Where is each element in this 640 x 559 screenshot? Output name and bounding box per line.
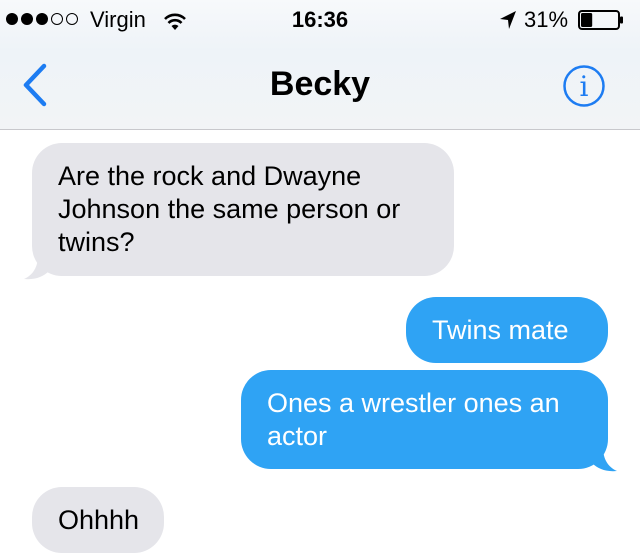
conversation-title[interactable]: Becky [0,65,640,104]
sent-message-bubble[interactable]: Twins mate [406,297,608,363]
message-text: Twins mate [432,315,569,345]
bubble-tail [24,255,49,280]
battery-fill [581,13,593,27]
message-text: Ones a wrestler ones an actor [267,388,560,451]
message-text: Are the rock and Dwayne Johnson the same… [58,161,401,257]
location-arrow-icon [500,11,516,29]
top-bar: Virgin 16:36 31% Becky i [0,0,640,130]
bubble-tail [592,447,617,472]
battery-icon [578,10,623,30]
status-bar: Virgin 16:36 31% [0,0,640,40]
received-message-bubble[interactable]: Are the rock and Dwayne Johnson the same… [32,143,454,276]
message-text: Ohhhh [58,505,140,535]
navigation-bar: Becky i [0,40,640,128]
svg-text:i: i [580,70,589,103]
received-message-bubble[interactable]: Ohhhh [32,487,164,553]
info-icon[interactable]: i [562,64,606,108]
battery-percent: 31% [524,7,569,32]
sent-message-bubble[interactable]: Ones a wrestler ones an actor [241,370,608,469]
